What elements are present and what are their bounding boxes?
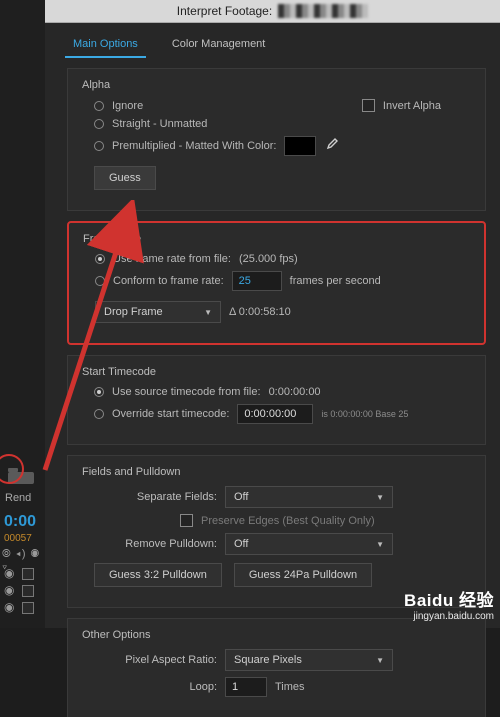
alpha-premult-label: Premultiplied - Matted With Color:: [112, 140, 276, 152]
frame-rate-title: Frame Rate: [83, 233, 472, 245]
alpha-premult-radio[interactable]: [94, 141, 104, 151]
alpha-ignore-row: Ignore Invert Alpha: [82, 99, 473, 112]
chevron-down-icon: ▼: [204, 308, 212, 317]
bin-icon: [6, 466, 38, 486]
use-source-tc-value: 0:00:00:00: [269, 386, 321, 398]
alpha-straight-row: Straight - Unmatted: [82, 118, 473, 130]
dialog-title: Interpret Footage:: [177, 4, 272, 18]
drop-frame-dropdown[interactable]: Drop Frame ▼: [95, 301, 221, 323]
watermark-url: jingyan.baidu.com: [404, 611, 494, 622]
use-source-tc-row: Use source timecode from file: 0:00:00:0…: [82, 386, 473, 398]
left-timecode[interactable]: 0:00: [4, 513, 36, 531]
separate-fields-label: Separate Fields:: [82, 491, 217, 503]
conform-framerate-input[interactable]: [232, 271, 282, 291]
override-tc-label: Override start timecode:: [112, 408, 229, 420]
alpha-title: Alpha: [82, 79, 473, 91]
loop-label: Loop:: [82, 681, 217, 693]
invert-alpha-label: Invert Alpha: [383, 100, 441, 112]
loop-input[interactable]: [225, 677, 267, 697]
other-options-panel: Other Options Pixel Aspect Ratio: Square…: [67, 618, 486, 717]
fields-pulldown-title: Fields and Pulldown: [82, 466, 473, 478]
project-panel-strip: Rend 0:00 00057 ⦾ ◂) ◉ ▿ ◉ ◉ ◉: [0, 0, 46, 628]
conform-framerate-unit: frames per second: [290, 275, 381, 287]
guess-32-pulldown-button[interactable]: Guess 3:2 Pulldown: [94, 563, 222, 587]
watermark: Baidu 经验 jingyan.baidu.com: [404, 586, 494, 622]
par-value: Square Pixels: [234, 654, 302, 666]
invert-alpha-checkbox[interactable]: [362, 99, 375, 112]
loop-unit: Times: [275, 681, 305, 693]
interpret-footage-dialog: Interpret Footage: Main Options Color Ma…: [45, 0, 500, 628]
frame-rate-panel: Frame Rate Use frame rate from file: (25…: [67, 221, 486, 345]
chevron-down-icon: ▼: [376, 540, 384, 549]
watermark-brand: Baidu 经验: [404, 586, 494, 611]
layer-eye-row-3[interactable]: ◉: [4, 600, 38, 615]
par-dropdown[interactable]: Square Pixels ▼: [225, 649, 393, 671]
par-label: Pixel Aspect Ratio:: [82, 654, 217, 666]
remove-pulldown-label: Remove Pulldown:: [82, 538, 217, 550]
matte-color-swatch[interactable]: [284, 136, 316, 156]
remove-pulldown-dropdown[interactable]: Off ▼: [225, 533, 393, 555]
dialog-titlebar: Interpret Footage:: [45, 0, 500, 23]
layer-eye-row-1[interactable]: ◉: [4, 566, 38, 581]
drop-frame-value: Drop Frame: [104, 306, 163, 318]
left-framecount: 00057: [4, 533, 32, 544]
guess-24pa-pulldown-button[interactable]: Guess 24Pa Pulldown: [234, 563, 372, 587]
use-source-tc-radio[interactable]: [94, 387, 104, 397]
alpha-straight-label: Straight - Unmatted: [112, 118, 207, 130]
separate-fields-value: Off: [234, 491, 248, 503]
use-file-framerate-radio[interactable]: [95, 254, 105, 264]
chevron-down-icon: ▼: [376, 656, 384, 665]
alpha-straight-radio[interactable]: [94, 119, 104, 129]
conform-framerate-row: Conform to frame rate: frames per second: [83, 271, 472, 291]
alpha-premult-row: Premultiplied - Matted With Color:: [82, 136, 473, 156]
use-file-framerate-value: (25.000 fps): [239, 253, 298, 265]
other-options-title: Other Options: [82, 629, 473, 641]
conform-framerate-radio[interactable]: [95, 276, 105, 286]
use-source-tc-label: Use source timecode from file:: [112, 386, 261, 398]
dialog-title-filename-redacted: [278, 4, 368, 18]
override-tc-row: Override start timecode: is 0:00:00:00 B…: [82, 404, 473, 424]
start-timecode-panel: Start Timecode Use source timecode from …: [67, 355, 486, 445]
alpha-panel: Alpha Ignore Invert Alpha Straight - Unm…: [67, 68, 486, 211]
eyedropper-icon[interactable]: [324, 138, 340, 154]
dialog-tabs: Main Options Color Management: [45, 23, 500, 58]
alpha-ignore-radio[interactable]: [94, 101, 104, 111]
preserve-edges-label: Preserve Edges (Best Quality Only): [201, 515, 375, 527]
tab-main-options[interactable]: Main Options: [65, 33, 146, 58]
alpha-ignore-label: Ignore: [112, 100, 143, 112]
conform-framerate-label: Conform to frame rate:: [113, 275, 224, 287]
start-timecode-title: Start Timecode: [82, 366, 473, 378]
separate-fields-dropdown[interactable]: Off ▼: [225, 486, 393, 508]
use-file-framerate-label: Use frame rate from file:: [113, 253, 231, 265]
alpha-guess-button[interactable]: Guess: [94, 166, 156, 190]
preserve-edges-checkbox[interactable]: [180, 514, 193, 527]
duration-delta: Δ 0:00:58:10: [229, 306, 291, 318]
left-rend-label: Rend: [5, 492, 31, 504]
override-tc-note: is 0:00:00:00 Base 25: [321, 409, 408, 419]
override-tc-radio[interactable]: [94, 409, 104, 419]
layer-eye-row-2[interactable]: ◉: [4, 583, 38, 598]
override-tc-input[interactable]: [237, 404, 313, 424]
chevron-down-icon: ▼: [376, 493, 384, 502]
remove-pulldown-value: Off: [234, 538, 248, 550]
tab-color-management[interactable]: Color Management: [164, 33, 274, 58]
use-file-framerate-row: Use frame rate from file: (25.000 fps): [83, 253, 472, 265]
